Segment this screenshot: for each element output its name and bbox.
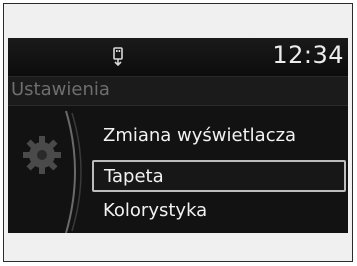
screen-title: Ustawienia xyxy=(11,79,110,100)
usb-icon xyxy=(112,47,124,67)
menu-item-tapeta[interactable]: Tapeta xyxy=(92,160,346,192)
clock: 12:34 xyxy=(272,41,344,69)
menu-item-label: Zmiana wyświetlacza xyxy=(103,125,297,146)
menu-item-zmiana-wyswietlacza[interactable]: Zmiana wyświetlacza xyxy=(91,121,347,153)
selector-arc xyxy=(52,109,92,233)
title-bar: Ustawienia xyxy=(8,76,348,106)
infotainment-screen: 12:34 Ustawienia Zmiana wyświetlacza Tap… xyxy=(8,38,348,233)
menu-area: Zmiana wyświetlacza Tapeta Kolorystyka xyxy=(8,105,348,233)
menu-item-label: Kolorystyka xyxy=(103,200,208,221)
status-bar: 12:34 xyxy=(8,38,348,76)
menu-item-kolorystyka[interactable]: Kolorystyka xyxy=(91,196,347,228)
menu-item-label: Tapeta xyxy=(104,166,164,187)
